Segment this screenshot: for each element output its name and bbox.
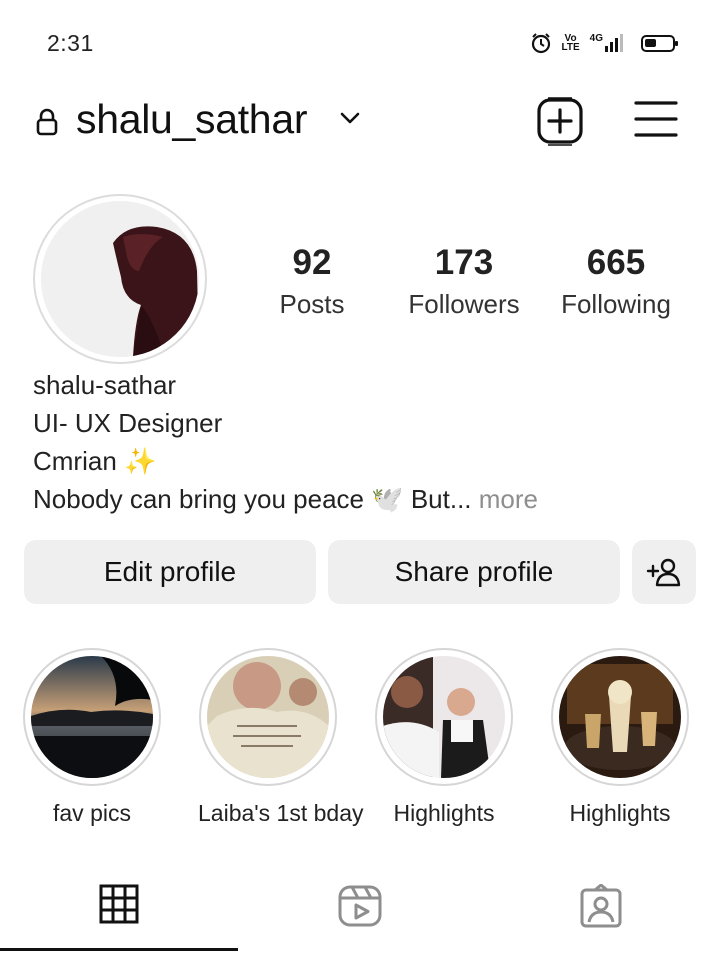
following-label: Following (561, 289, 671, 319)
highlight-ring (375, 648, 513, 786)
volte-icon: Vo LTE (561, 33, 580, 53)
highlight-label: Highlights (569, 800, 671, 826)
bio-title: UI- UX Designer (33, 408, 223, 438)
bio: shalu-sathar UI- UX Designer Cmrian ✨ No… (33, 369, 538, 515)
profile-tabs (0, 868, 719, 954)
lock-icon (36, 108, 58, 136)
alarm-icon (531, 33, 550, 54)
menu-icon[interactable] (634, 100, 678, 138)
4g-signal-icon: 4G (590, 34, 623, 52)
stat-followers[interactable]: 173 Followers (394, 243, 534, 320)
profile-header: shalu_sathar (0, 92, 719, 152)
highlight-label: fav pics (53, 800, 131, 826)
tagged-icon[interactable] (579, 884, 623, 928)
stat-following[interactable]: 665 Following (546, 243, 686, 320)
create-post-icon[interactable] (536, 96, 584, 148)
bio-line-3: Nobody can bring you peace 🕊️ But... mor… (33, 483, 538, 515)
status-bar: 2:31 Vo LTE 4G (0, 0, 719, 88)
avatar[interactable] (41, 201, 199, 357)
highlight-cover (31, 656, 153, 778)
highlight-label: Laiba's 1st bday (198, 800, 364, 826)
highlight-cover (207, 656, 329, 778)
following-count: 665 (586, 243, 646, 282)
highlight-item[interactable]: Laiba's 1st bday (198, 648, 364, 827)
avatar-image (41, 201, 199, 357)
highlight-cover (383, 656, 505, 778)
bio-text: Nobody can bring you peace 🕊️ But... (33, 484, 472, 514)
highlight-item[interactable]: fav pics (22, 648, 162, 827)
highlight-item[interactable]: Highlights (550, 648, 690, 827)
highlight-item[interactable]: Highlights (374, 648, 514, 827)
status-icons: Vo LTE 4G (530, 32, 678, 54)
posts-label: Posts (279, 289, 345, 319)
posts-count: 92 (292, 243, 332, 282)
highlight-ring (551, 648, 689, 786)
bio-line-2: Cmrian ✨ (33, 446, 157, 476)
stat-posts[interactable]: 92 Posts (262, 243, 362, 320)
discover-people-button[interactable] (632, 540, 696, 604)
network-type: 4G (589, 33, 603, 44)
followers-label: Followers (408, 289, 520, 319)
edit-profile-button[interactable]: Edit profile (24, 540, 316, 604)
highlight-cover (559, 656, 681, 778)
chevron-down-icon[interactable] (339, 111, 361, 125)
more-link[interactable]: more (472, 484, 538, 514)
active-tab-indicator (0, 948, 238, 951)
highlight-label: Highlights (393, 800, 495, 826)
share-profile-button[interactable]: Share profile (328, 540, 620, 604)
highlight-ring (23, 648, 161, 786)
highlight-ring (199, 648, 337, 786)
bio-name: shalu-sathar (33, 370, 177, 400)
add-person-icon (646, 558, 681, 587)
status-time: 2:31 (47, 30, 94, 56)
username-switcher[interactable]: shalu_sathar (76, 96, 307, 143)
followers-count: 173 (434, 243, 494, 282)
battery-icon (641, 34, 678, 52)
reels-icon[interactable] (337, 884, 383, 928)
grid-icon[interactable] (99, 884, 139, 924)
